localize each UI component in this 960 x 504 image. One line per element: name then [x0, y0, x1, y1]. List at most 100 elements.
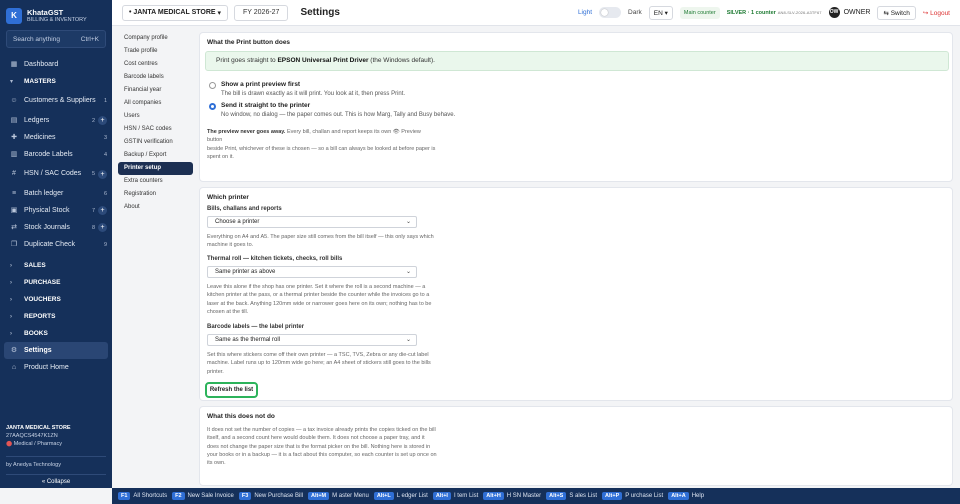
settings-nav-cost-centres[interactable]: Cost centres — [112, 58, 193, 71]
shortcut-purchase-list[interactable]: Alt+P P urchase List — [602, 492, 663, 500]
sidebar-item-label: Ledgers — [24, 116, 50, 124]
language-select[interactable]: EN ▾ — [648, 5, 673, 20]
shortcut-key: Alt+I — [432, 492, 451, 500]
page-title: Settings — [300, 7, 340, 18]
settings-nav-trade-profile[interactable]: Trade profile — [112, 45, 193, 58]
sidebar-item-batch-ledger[interactable]: ≡ Batch ledger 6 — [0, 185, 112, 202]
settings-nav-registration[interactable]: Registration — [112, 188, 193, 201]
sidebar-item-physical-stock[interactable]: ▣ Physical Stock 7 + — [0, 202, 112, 219]
limitations-card: What this does not do It does not set th… — [199, 406, 953, 486]
shortcut-hsn-master[interactable]: Alt+H H SN Master — [483, 492, 541, 500]
bills-printer-select[interactable]: Choose a printer ⌄ — [207, 216, 417, 228]
banner-text: Print goes straight to — [216, 57, 276, 64]
gear-icon: ⚙ — [10, 346, 18, 354]
switch-user-button[interactable]: ⇆ Switch — [877, 5, 916, 20]
bullet-icon: • — [129, 9, 132, 16]
settings-nav-barcode-labels[interactable]: Barcode labels — [112, 71, 193, 84]
sidebar-item-stock-journals[interactable]: ⇄ Stock Journals 8 + — [0, 219, 112, 236]
sidebar-item-customers-suppliers[interactable]: ☺ Customers & Suppliers 1 — [0, 90, 112, 112]
theme-light-label[interactable]: Light — [578, 9, 592, 16]
select-value: Same printer as above — [215, 269, 276, 275]
shortcut-new-sale[interactable]: F2 New Sale Invoice — [172, 492, 234, 500]
settings-nav-extra-counters[interactable]: Extra counters — [112, 175, 193, 188]
logout-button[interactable]: ↪ Logout — [923, 9, 950, 17]
shortcut-number: 1 — [103, 98, 107, 104]
language-value: EN — [653, 9, 663, 17]
sidebar-item-hsn-sac-codes[interactable]: # HSN / SAC Codes 5 + — [0, 163, 112, 185]
swap-icon: ⇄ — [11, 223, 17, 231]
shortcut-all[interactable]: F1 All Shortcuts — [118, 492, 167, 500]
theme-dark-label[interactable]: Dark — [628, 9, 642, 16]
thermal-printer-select[interactable]: Same printer as above ⌄ — [207, 266, 417, 278]
brand: K KhataGST BILLING & INVENTORY — [0, 0, 112, 26]
option-description: The bill is drawn exactly as it will pri… — [221, 91, 406, 97]
shortcut-label: All Shortcuts — [133, 493, 168, 499]
settings-nav-hsn-sac-codes[interactable]: HSN / SAC codes — [112, 123, 193, 136]
shop-select[interactable]: • JANTA MEDICAL STORE ▾ — [122, 4, 228, 21]
settings-nav-printer-setup[interactable]: Printer setup — [118, 162, 193, 175]
sidebar-section-reports[interactable]: › REPORTS — [0, 308, 112, 325]
sidebar-item-label: Customers & Suppliers — [24, 97, 96, 104]
sidebar-item-dashboard[interactable]: ▦ Dashboard — [0, 56, 112, 73]
settings-nav-gstin-verification[interactable]: GSTIN verification — [112, 136, 193, 149]
shortcut-label: New Purchase Bill — [254, 493, 303, 499]
sidebar-section-purchase[interactable]: › PURCHASE — [0, 274, 112, 291]
sidebar-section-books[interactable]: › BOOKS — [0, 325, 112, 342]
shortcut-ledger-list[interactable]: Alt+L L edger List — [373, 492, 428, 500]
shop-type: ⬤ Medical / Pharmacy — [6, 441, 106, 447]
counter-select[interactable]: Main counter — [679, 6, 720, 19]
sidebar-item-product-home[interactable]: ⌂ Product Home — [0, 359, 112, 376]
sidebar: K KhataGST BILLING & INVENTORY Search an… — [0, 0, 112, 488]
sidebar-section-masters[interactable]: ▾ MASTERS — [0, 73, 112, 90]
settings-nav-all-companies[interactable]: All companies — [112, 97, 193, 110]
barcode-printer-select[interactable]: Same as the thermal roll ⌄ — [207, 334, 417, 346]
radio-button[interactable] — [209, 82, 216, 89]
shortcut-item-list[interactable]: Alt+I I tem List — [432, 492, 478, 500]
shortcut-new-purchase[interactable]: F3 New Purchase Bill — [238, 492, 303, 500]
refresh-printer-list-button[interactable]: Refresh the list — [205, 382, 258, 398]
sidebar-item-barcode-labels[interactable]: ▥ Barcode Labels 4 — [0, 146, 112, 163]
users-icon: ☺ — [10, 97, 18, 104]
sidebar-item-label: Medicines — [24, 133, 56, 141]
add-hsn-button[interactable]: + — [98, 169, 107, 179]
theme-toggle[interactable] — [599, 7, 622, 18]
sidebar-item-ledgers[interactable]: ▤ Ledgers 2 + — [0, 112, 112, 129]
radio-button-selected[interactable] — [209, 103, 216, 110]
sidebar-item-settings[interactable]: ⚙ Settings — [4, 342, 108, 359]
search-input[interactable]: Search anything Ctrl+K — [6, 30, 106, 48]
shortcut-help[interactable]: Alt+A Help — [668, 492, 704, 500]
banner-printer-name: EPSON Universal Print Driver — [277, 57, 369, 64]
sidebar-item-duplicate-check[interactable]: ❐ Duplicate Check 9 — [0, 236, 112, 253]
shortcut-sales-list[interactable]: Alt+S S ales List — [546, 492, 597, 500]
financial-year-select[interactable]: FY 2026-27 — [234, 4, 289, 21]
print-button-card: What the Print button does Print goes st… — [199, 32, 953, 182]
chevron-down-icon: ▾ — [664, 9, 668, 17]
sidebar-item-medicines[interactable]: ✚ Medicines 3 — [0, 129, 112, 146]
shortcut-master-menu[interactable]: Alt+M M aster Menu — [308, 492, 369, 500]
option-print-preview[interactable]: Show a print preview first The bill is d… — [209, 81, 405, 97]
add-ledger-button[interactable]: + — [98, 116, 107, 125]
banner-text: (the Windows default). — [370, 57, 435, 64]
collapse-sidebar-button[interactable]: « Collapse — [6, 474, 106, 488]
settings-nav-company-profile[interactable]: Company profile — [112, 32, 193, 45]
thermal-printer-label: Thermal roll — kitchen tickets, checks, … — [207, 256, 343, 262]
shop-name: JANTA MEDICAL STORE — [6, 425, 71, 431]
chevron-down-icon: ⌄ — [405, 337, 411, 343]
note-text: spent on it. — [207, 153, 234, 160]
settings-nav-about[interactable]: About — [112, 201, 193, 214]
sidebar-section-sales[interactable]: › SALES — [0, 257, 112, 274]
sidebar-section-label: PURCHASE — [24, 279, 61, 286]
settings-nav-users[interactable]: Users — [112, 110, 193, 123]
sidebar-section-vouchers[interactable]: › VOUCHERS — [0, 291, 112, 308]
option-title: Send it straight to the printer — [221, 102, 311, 109]
settings-nav-financial-year[interactable]: Financial year — [112, 84, 193, 97]
avatar[interactable]: OW — [828, 7, 840, 18]
select-value: Choose a printer — [215, 219, 260, 225]
option-print-direct[interactable]: Send it straight to the printer No windo… — [209, 102, 455, 118]
pill-icon: ⬤ — [6, 441, 13, 447]
sidebar-nav: ▦ Dashboard ▾ MASTERS ☺ Customers & Supp… — [0, 56, 112, 376]
settings-nav-backup-export[interactable]: Backup / Export — [112, 149, 193, 162]
add-stock-journal-button[interactable]: + — [98, 223, 107, 232]
search-placeholder: Search anything — [13, 35, 60, 43]
add-physical-stock-button[interactable]: + — [98, 206, 107, 215]
